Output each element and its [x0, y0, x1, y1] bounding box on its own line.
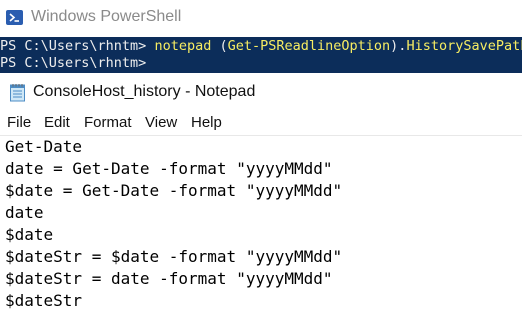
console-prompt: PS C:\Users\rhntm> — [0, 38, 155, 54]
powershell-console[interactable]: PS C:\Users\rhntm> notepad (Get-PSReadli… — [0, 37, 522, 73]
powershell-titlebar[interactable]: Windows PowerShell — [0, 0, 522, 36]
notepad-editor[interactable]: Get-Date date = Get-Date -format "yyyyMM… — [0, 136, 522, 311]
console-arg-command: Get-PSReadlineOption — [227, 38, 391, 54]
console-arg-open: ( — [211, 38, 228, 54]
editor-line: $dateStr = $date -format "yyyyMMdd" — [5, 247, 343, 266]
console-prompt: PS C:\Users\rhntm> — [0, 55, 147, 71]
powershell-window-title: Windows PowerShell — [31, 8, 182, 25]
editor-line: $date — [5, 225, 54, 244]
menu-edit[interactable]: Edit — [44, 114, 70, 131]
console-arg-close: ). — [390, 38, 407, 54]
menu-view[interactable]: View — [145, 114, 177, 131]
console-line: PS C:\Users\rhntm> — [0, 55, 146, 72]
notepad-titlebar[interactable]: ConsoleHost_history - Notepad — [0, 73, 522, 111]
powershell-icon — [5, 8, 24, 27]
editor-line: Get-Date — [5, 137, 83, 156]
notepad-icon — [9, 83, 26, 102]
editor-line: date = Get-Date -format "yyyyMMdd" — [5, 159, 333, 178]
editor-line: date — [5, 203, 44, 222]
editor-line: $dateStr = date -format "yyyyMMdd" — [5, 269, 333, 288]
console-line: PS C:\Users\rhntm> notepad (Get-PSReadli… — [0, 38, 522, 55]
menu-format[interactable]: Format — [84, 114, 132, 131]
editor-line: $date = Get-Date -format "yyyyMMdd" — [5, 181, 343, 200]
console-property: HistorySavePath — [406, 38, 522, 54]
menu-file[interactable]: File — [7, 114, 31, 131]
notepad-menubar: File Edit Format View Help — [0, 111, 522, 136]
editor-line: $dateStr — [5, 291, 83, 310]
notepad-window-title: ConsoleHost_history - Notepad — [33, 83, 256, 100]
menu-help[interactable]: Help — [191, 114, 222, 131]
console-command: notepad — [154, 38, 212, 54]
